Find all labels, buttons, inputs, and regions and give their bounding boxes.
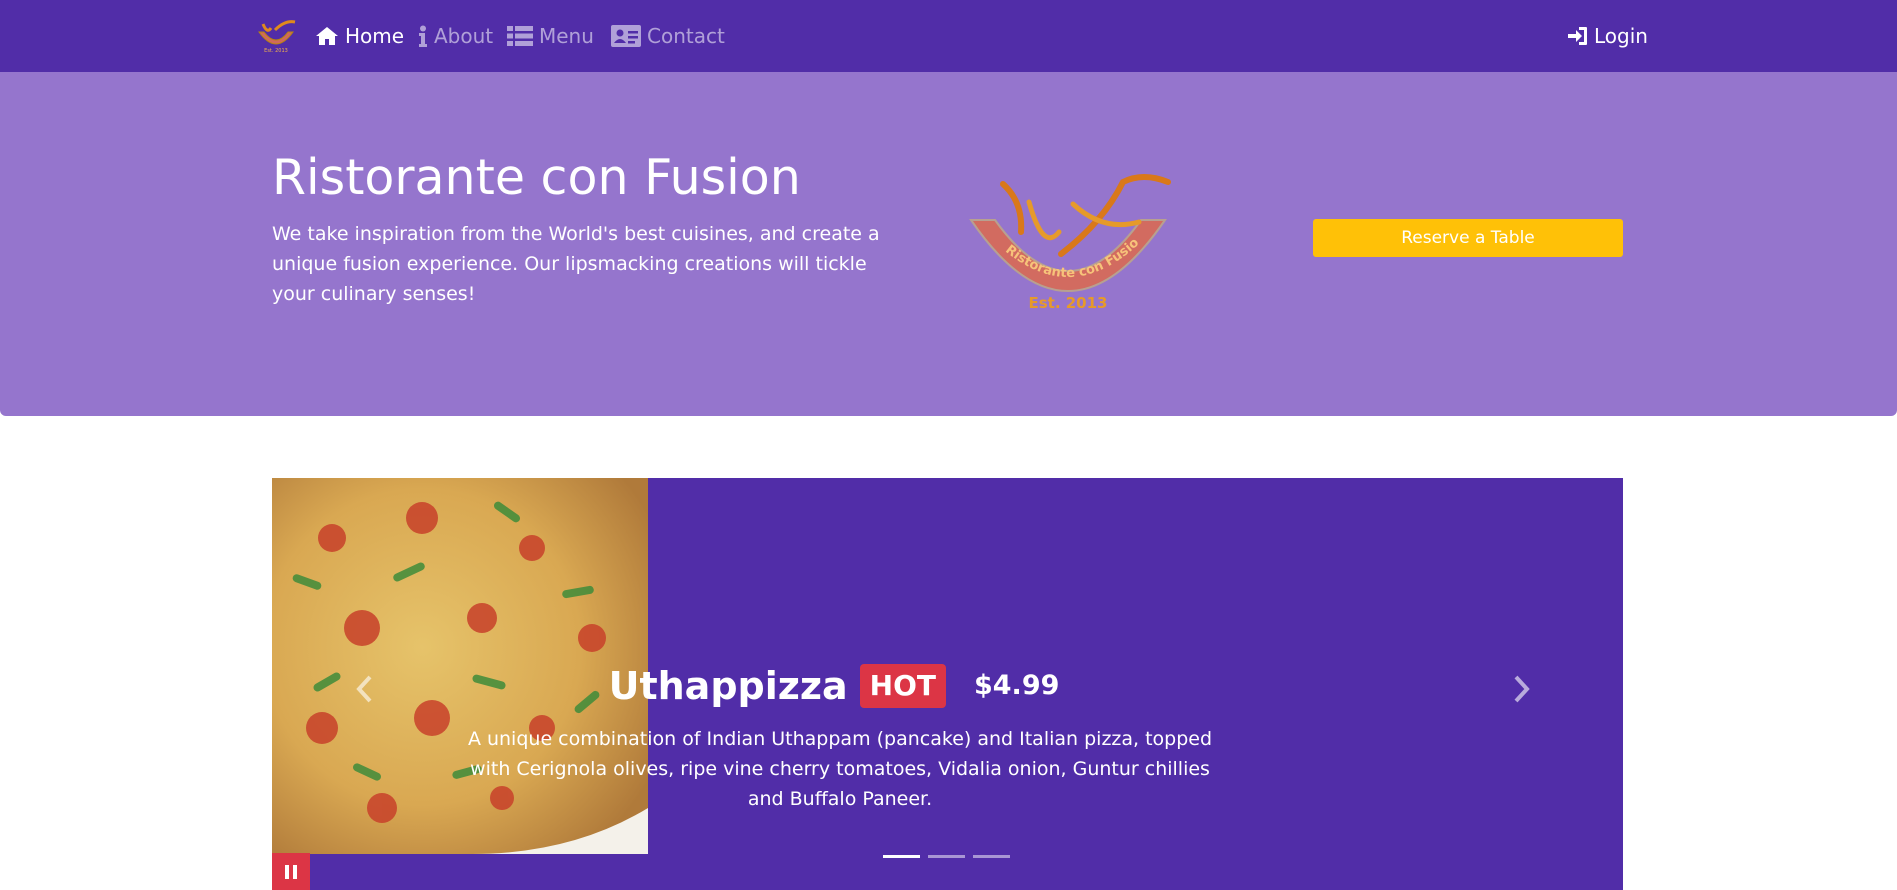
svg-text:Est. 2013: Est. 2013 — [264, 48, 288, 54]
pause-icon — [285, 864, 297, 879]
slide-price: $4.99 — [973, 670, 1060, 701]
address-card-icon — [611, 25, 641, 47]
svg-text:Est. 2013: Est. 2013 — [1028, 294, 1107, 312]
login-label: Login — [1594, 24, 1648, 48]
nav-about[interactable]: About — [418, 22, 493, 50]
carousel-indicator-2[interactable] — [928, 855, 965, 858]
nav-contact[interactable]: Contact — [611, 22, 725, 50]
slide-title-row: Uthappizza HOT $4.99 — [272, 664, 1396, 708]
page-title: Ristorante con Fusion — [272, 149, 801, 206]
carousel-pause-button[interactable] — [272, 853, 310, 890]
nav-contact-label: Contact — [647, 24, 725, 48]
carousel-indicators — [883, 855, 1010, 858]
nav-menu-label: Menu — [539, 24, 594, 48]
carousel-indicator-3[interactable] — [973, 855, 1010, 858]
list-icon — [507, 26, 533, 46]
home-icon — [316, 27, 338, 45]
nav-home-label: Home — [345, 24, 405, 48]
hot-badge: HOT — [859, 664, 946, 708]
jumbotron: Ristorante con Fusion We take inspiratio… — [0, 72, 1897, 416]
slide-description: A unique combination of Indian Uthappam … — [467, 728, 1213, 810]
slide-title: Uthappizza — [608, 664, 848, 708]
nav-home[interactable]: Home — [315, 22, 404, 50]
navbar: Est. 2013 Home About Menu Contact Login — [0, 0, 1897, 72]
intro-text: We take inspiration from the World's bes… — [272, 223, 880, 305]
restaurant-logo-icon: Ristorante con Fusion Est. 2013 — [963, 162, 1171, 312]
nav-about-label: About — [434, 24, 494, 48]
sign-in-icon — [1568, 27, 1587, 45]
carousel: Uthappizza HOT $4.99 A unique combinatio… — [272, 478, 1623, 890]
carousel-next-button[interactable] — [1507, 669, 1537, 709]
reserve-table-button[interactable]: Reserve a Table — [1313, 219, 1623, 257]
info-icon — [419, 25, 427, 47]
nav-menu[interactable]: Menu — [507, 22, 594, 50]
chevron-right-icon — [1514, 675, 1530, 703]
carousel-indicator-1[interactable] — [883, 855, 920, 858]
login-link[interactable]: Login — [1568, 22, 1648, 50]
brand-logo-icon[interactable]: Est. 2013 — [253, 16, 299, 56]
